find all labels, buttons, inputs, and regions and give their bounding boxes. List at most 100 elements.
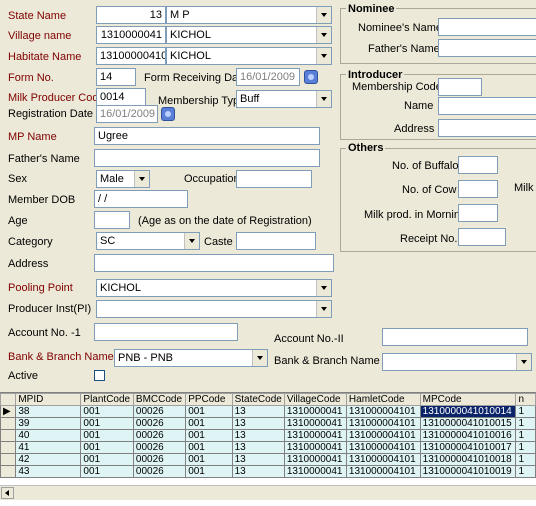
state-select[interactable]: M P — [166, 6, 332, 24]
chevron-down-icon[interactable] — [316, 48, 331, 64]
grid-cell[interactable]: 001 — [80, 417, 134, 430]
grid-row[interactable]: ▶ 38 001 00026 001 13 1310000041 131000004101 13… — [0, 405, 536, 418]
horizontal-scrollbar[interactable] — [0, 485, 536, 500]
grid-cell[interactable]: 00026 — [132, 405, 187, 418]
chevron-down-icon[interactable] — [184, 233, 199, 249]
grid-cell[interactable]: 001 — [80, 441, 134, 454]
grid-cell[interactable]: 00026 — [132, 417, 187, 430]
bank-branch-2-select[interactable] — [382, 353, 532, 371]
grid-cell[interactable]: 13 — [231, 417, 285, 430]
grid-cell[interactable]: 131000004101 — [345, 429, 421, 442]
chevron-down-icon[interactable] — [316, 27, 331, 43]
fathers-name-input[interactable] — [94, 149, 320, 167]
grid-cell[interactable]: 1310000041010014 — [419, 405, 517, 418]
grid-column-header[interactable]: MPCode — [419, 393, 517, 406]
grid-cell[interactable]: 1 — [515, 465, 536, 478]
nominee-name-input[interactable] — [438, 18, 536, 36]
grid-cell[interactable]: 1310000041010015 — [419, 417, 517, 430]
row-selector[interactable] — [0, 441, 17, 454]
row-selector[interactable] — [0, 465, 17, 478]
grid-cell[interactable]: 00026 — [132, 429, 187, 442]
mp-name-input[interactable]: Ugree — [94, 127, 320, 145]
grid-row[interactable]: 41 001 00026 001 13 1310000041 131000004101 131… — [0, 441, 536, 454]
habitate-select[interactable]: KICHOL — [166, 47, 332, 65]
grid-column-header[interactable]: BMCCode — [132, 393, 187, 406]
sex-select[interactable]: Male — [96, 170, 150, 188]
grid-cell[interactable]: 131000004101 — [345, 453, 421, 466]
grid-cell[interactable]: 1310000041 — [283, 417, 347, 430]
grid-cell[interactable]: 131000004101 — [345, 465, 421, 478]
grid-cell[interactable]: 1310000041010019 — [419, 465, 517, 478]
registration-date-input[interactable]: 16/01/2009 — [96, 105, 158, 123]
grid-cell[interactable]: 1 — [515, 441, 536, 454]
grid-cell[interactable]: 001 — [185, 417, 233, 430]
account-no-2-input[interactable] — [382, 328, 528, 346]
chevron-down-icon[interactable] — [316, 7, 331, 23]
grid-cell[interactable]: 131000004101 — [345, 417, 421, 430]
state-code-field[interactable]: 13 — [96, 6, 166, 24]
grid-cell[interactable]: 1310000041 — [283, 453, 347, 466]
form-receiving-date-input[interactable]: 16/01/2009 — [236, 68, 300, 86]
village-code-field[interactable]: 1310000041 — [96, 26, 166, 44]
chevron-down-icon[interactable] — [316, 280, 331, 296]
grid-cell[interactable]: 001 — [185, 465, 233, 478]
grid-cell[interactable]: 1310000041010018 — [419, 453, 517, 466]
grid-column-header[interactable]: n — [515, 393, 536, 406]
grid-cell[interactable]: 001 — [80, 465, 134, 478]
introducer-address-input[interactable] — [438, 119, 536, 137]
grid-cell[interactable]: 001 — [185, 429, 233, 442]
pooling-point-select[interactable]: KICHOL — [96, 279, 332, 297]
grid-cell[interactable]: 42 — [15, 453, 82, 466]
caste-input[interactable] — [236, 232, 316, 250]
grid-column-header[interactable]: PPCode — [185, 393, 233, 406]
grid-cell[interactable]: 001 — [185, 441, 233, 454]
grid-cell[interactable]: 13 — [231, 441, 285, 454]
no-buffalo-input[interactable] — [458, 156, 498, 174]
grid-column-header[interactable]: MPID — [15, 393, 82, 406]
grid-cell[interactable]: 001 — [80, 429, 134, 442]
grid-column-header[interactable]: HamletCode — [345, 393, 421, 406]
grid-row[interactable]: 40 001 00026 001 13 1310000041 131000004101 131… — [0, 429, 536, 442]
grid-cell[interactable]: 131000004101 — [345, 405, 421, 418]
grid-cell[interactable]: 001 — [80, 405, 134, 418]
grid-cell[interactable]: 1310000041 — [283, 429, 347, 442]
grid-cell[interactable]: 00026 — [132, 453, 187, 466]
receipt-no-input[interactable] — [458, 228, 506, 246]
grid-cell[interactable]: 38 — [15, 405, 82, 418]
grid-cell[interactable]: 001 — [185, 453, 233, 466]
nominee-fathers-name-input[interactable] — [438, 39, 536, 57]
grid-cell[interactable]: 1 — [515, 453, 536, 466]
grid-column-header[interactable]: VillageCode — [283, 393, 347, 406]
milk-producer-code-input[interactable]: 0014 — [96, 88, 146, 106]
grid-cell[interactable]: 13 — [231, 453, 285, 466]
grid-row[interactable]: 43 001 00026 001 13 1310000041 131000004101 131… — [0, 465, 536, 478]
row-pointer-icon[interactable]: ▶ — [0, 405, 17, 418]
membership-code-input[interactable] — [438, 78, 482, 96]
grid-column-header[interactable]: StateCode — [231, 393, 285, 406]
habitate-code-field[interactable]: 131000004101 — [96, 47, 166, 65]
grid-cell[interactable]: 13 — [231, 429, 285, 442]
grid-cell[interactable]: 1 — [515, 417, 536, 430]
bank-branch-1-select[interactable]: PNB - PNB — [114, 349, 268, 367]
address-input[interactable] — [94, 254, 334, 272]
calendar-icon[interactable] — [304, 70, 318, 84]
grid-cell[interactable]: 43 — [15, 465, 82, 478]
row-selector[interactable] — [0, 429, 17, 442]
grid-cell[interactable]: 1310000041010017 — [419, 441, 517, 454]
grid-cell[interactable]: 00026 — [132, 441, 187, 454]
producer-inst-select[interactable] — [96, 300, 332, 318]
grid-cell[interactable]: 13 — [231, 465, 285, 478]
chevron-down-icon[interactable] — [316, 301, 331, 317]
row-selector[interactable] — [0, 453, 17, 466]
grid-cell[interactable]: 1 — [515, 405, 536, 418]
grid-cell[interactable]: 1 — [515, 429, 536, 442]
form-no-input[interactable]: 14 — [96, 68, 136, 86]
grid-cell[interactable]: 1310000041 — [283, 441, 347, 454]
membership-type-select[interactable]: Buff — [236, 90, 332, 108]
grid-cell[interactable]: 39 — [15, 417, 82, 430]
grid-cell[interactable]: 00026 — [132, 465, 187, 478]
milk-morning-input[interactable] — [458, 204, 498, 222]
grid-row[interactable]: 39 001 00026 001 13 1310000041 131000004101 131… — [0, 417, 536, 430]
grid-cell[interactable]: 1310000041010016 — [419, 429, 517, 442]
member-dob-input[interactable]: / / — [94, 190, 188, 208]
